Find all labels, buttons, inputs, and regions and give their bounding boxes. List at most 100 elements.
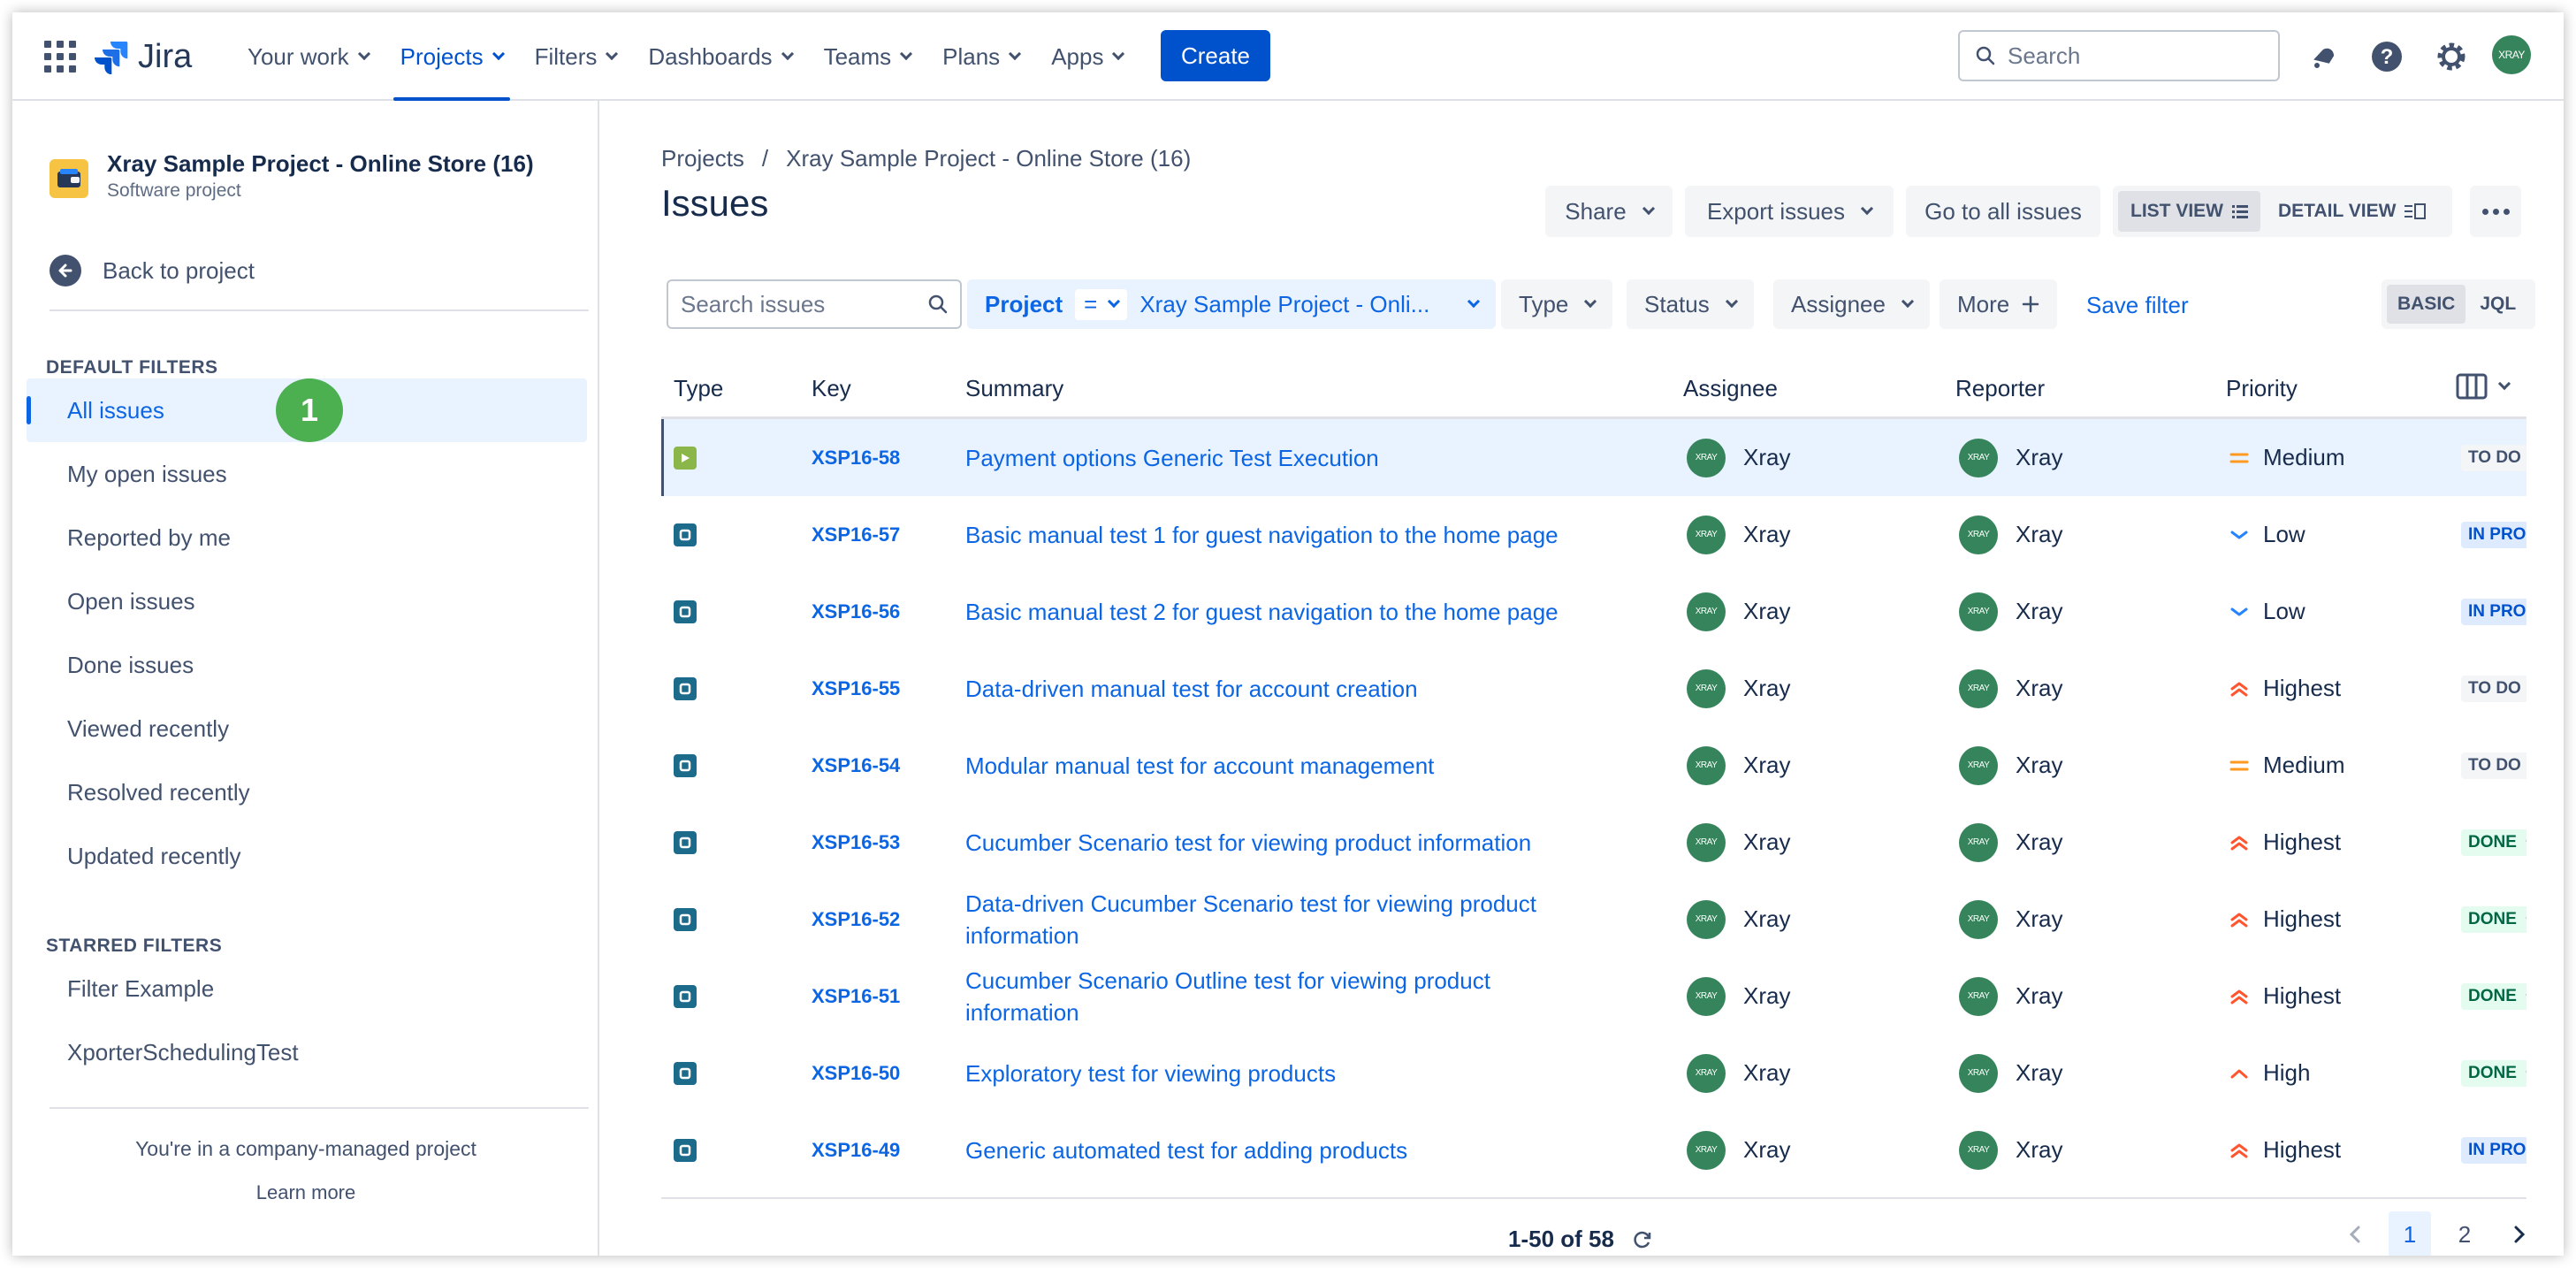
breadcrumb-project[interactable]: Xray Sample Project - Online Store (16) [786, 145, 1191, 172]
issue-summary-link[interactable]: Modular manual test for account manageme… [965, 750, 1602, 782]
filter-open-issues[interactable]: Open issues [27, 569, 587, 633]
issue-summary-link[interactable]: Payment options Generic Test Execution [965, 442, 1602, 474]
detail-view-button[interactable]: DETAIL VIEW [2266, 191, 2438, 232]
priority-cell[interactable]: Medium [2229, 727, 2344, 804]
status-badge[interactable]: DONE [2461, 1059, 2526, 1087]
issue-summary-link[interactable]: Basic manual test 2 for guest navigation… [965, 596, 1602, 628]
nav-plans[interactable]: Plans [926, 12, 1035, 101]
back-to-project-link[interactable]: Back to project [50, 255, 255, 286]
learn-more-link[interactable]: Learn more [12, 1181, 599, 1204]
column-header-key[interactable]: Key [812, 375, 851, 402]
assignee-cell[interactable]: XRAY Xray [1687, 958, 1790, 1035]
issue-summary-link[interactable]: Exploratory test for viewing products [965, 1058, 1602, 1089]
share-button[interactable]: Share [1545, 186, 1673, 237]
nav-your-work[interactable]: Your work [232, 12, 385, 101]
table-row[interactable]: XSP16-53 Cucumber Scenario test for viewi… [661, 804, 2526, 881]
status-badge[interactable]: TO DO [2461, 444, 2526, 471]
priority-cell[interactable]: Highest [2229, 804, 2341, 881]
nav-teams[interactable]: Teams [808, 12, 927, 101]
help-icon[interactable]: ? [2369, 39, 2405, 74]
filter-example[interactable]: Filter Example [27, 957, 587, 1020]
status-badge[interactable]: DONE [2461, 905, 2526, 933]
status-badge[interactable]: TO DO [2461, 675, 2526, 702]
status-badge[interactable]: DONE [2461, 829, 2526, 856]
column-header-assignee[interactable]: Assignee [1683, 375, 1778, 402]
issue-summary-link[interactable]: Data-driven manual test for account crea… [965, 673, 1602, 705]
table-row[interactable]: XSP16-49 Generic automated test for addin… [661, 1111, 2526, 1181]
column-header-priority[interactable]: Priority [2226, 375, 2298, 402]
status-badge[interactable]: DONE [2461, 982, 2526, 1010]
status-badge[interactable]: IN PROG [2461, 1136, 2526, 1164]
table-row[interactable]: XSP16-57 Basic manual test 1 for guest na… [661, 496, 2526, 573]
go-to-all-issues-button[interactable]: Go to all issues [1906, 186, 2100, 237]
page-1-button[interactable]: 1 [2389, 1211, 2431, 1256]
issue-key-link[interactable]: XSP16-51 [812, 958, 900, 1035]
priority-cell[interactable]: Highest [2229, 1111, 2341, 1181]
filter-xporter-scheduling-test[interactable]: XporterSchedulingTest [27, 1020, 587, 1084]
nav-filters[interactable]: Filters [519, 12, 633, 101]
global-search-input[interactable]: Search [1958, 30, 2280, 81]
priority-cell[interactable]: Low [2229, 573, 2305, 650]
export-issues-button[interactable]: Export issues [1685, 186, 1894, 237]
filter-resolved-recently[interactable]: Resolved recently [27, 760, 587, 824]
filter-viewed-recently[interactable]: Viewed recently [27, 697, 587, 760]
column-header-summary[interactable]: Summary [965, 375, 1063, 402]
type-filter[interactable]: Type [1501, 279, 1613, 329]
issue-summary-link[interactable]: Cucumber Scenario Outline test for viewi… [965, 965, 1602, 1028]
filter-my-open-issues[interactable]: My open issues [27, 442, 587, 506]
table-row[interactable]: XSP16-50 Exploratory test for viewing pro… [661, 1035, 2526, 1111]
nav-dashboards[interactable]: Dashboards [632, 12, 807, 101]
gear-icon[interactable] [2434, 39, 2469, 74]
issue-summary-link[interactable]: Basic manual test 1 for guest navigation… [965, 519, 1602, 551]
issue-key-link[interactable]: XSP16-53 [812, 804, 900, 881]
issue-key-link[interactable]: XSP16-52 [812, 881, 900, 958]
table-row[interactable]: XSP16-51 Cucumber Scenario Outline test f… [661, 958, 2526, 1035]
more-actions-button[interactable] [2470, 186, 2521, 237]
list-view-button[interactable]: LIST VIEW [2118, 191, 2260, 232]
filter-done-issues[interactable]: Done issues [27, 633, 587, 697]
column-picker-button[interactable] [2456, 373, 2511, 400]
column-header-reporter[interactable]: Reporter [1955, 375, 2045, 402]
priority-cell[interactable]: High [2229, 1035, 2310, 1111]
assignee-cell[interactable]: XRAY Xray [1687, 496, 1790, 573]
app-switcher-icon[interactable] [44, 41, 76, 73]
save-filter-link[interactable]: Save filter [2086, 292, 2189, 319]
status-badge[interactable]: TO DO [2461, 752, 2526, 779]
filter-reported-by-me[interactable]: Reported by me [27, 506, 587, 569]
next-page-button[interactable] [2498, 1211, 2541, 1256]
breadcrumb-projects[interactable]: Projects [661, 145, 744, 172]
assignee-cell[interactable]: XRAY Xray [1687, 804, 1790, 881]
search-issues-input[interactable]: Search issues [667, 279, 962, 329]
more-filters-button[interactable]: More [1940, 279, 2058, 329]
priority-cell[interactable]: Low [2229, 496, 2305, 573]
issue-summary-link[interactable]: Generic automated test for adding produc… [965, 1134, 1602, 1166]
table-row[interactable]: XSP16-56 Basic manual test 2 for guest na… [661, 573, 2526, 650]
issue-key-link[interactable]: XSP16-49 [812, 1111, 900, 1181]
filter-updated-recently[interactable]: Updated recently [27, 824, 587, 888]
nav-apps[interactable]: Apps [1035, 12, 1139, 101]
issue-key-link[interactable]: XSP16-54 [812, 727, 900, 804]
profile-avatar[interactable]: XRAY [2492, 35, 2531, 74]
priority-cell[interactable]: Highest [2229, 958, 2341, 1035]
assignee-cell[interactable]: XRAY Xray [1687, 881, 1790, 958]
assignee-filter[interactable]: Assignee [1773, 279, 1930, 329]
refresh-icon[interactable] [1632, 1229, 1653, 1250]
nav-projects[interactable]: Projects [385, 12, 519, 101]
status-badge[interactable]: IN PROG [2461, 521, 2526, 548]
issue-summary-link[interactable]: Data-driven Cucumber Scenario test for v… [965, 888, 1602, 951]
issue-summary-link[interactable]: Cucumber Scenario test for viewing produ… [965, 827, 1602, 859]
basic-mode-button[interactable]: BASIC [2387, 285, 2466, 324]
table-row[interactable]: XSP16-58 Payment options Generic Test Exe… [661, 419, 2526, 496]
priority-cell[interactable]: Highest [2229, 650, 2341, 727]
assignee-cell[interactable]: XRAY Xray [1687, 573, 1790, 650]
assignee-cell[interactable]: XRAY Xray [1687, 1111, 1790, 1181]
assignee-cell[interactable]: XRAY Xray [1687, 727, 1790, 804]
jql-mode-button[interactable]: JQL [2469, 285, 2526, 324]
status-badge[interactable]: IN PROG [2461, 598, 2526, 625]
issue-key-link[interactable]: XSP16-50 [812, 1035, 900, 1111]
page-2-button[interactable]: 2 [2443, 1211, 2486, 1256]
issue-key-link[interactable]: XSP16-58 [812, 419, 900, 496]
create-button[interactable]: Create [1161, 30, 1270, 81]
assignee-cell[interactable]: XRAY Xray [1687, 419, 1790, 496]
status-filter[interactable]: Status [1627, 279, 1754, 329]
